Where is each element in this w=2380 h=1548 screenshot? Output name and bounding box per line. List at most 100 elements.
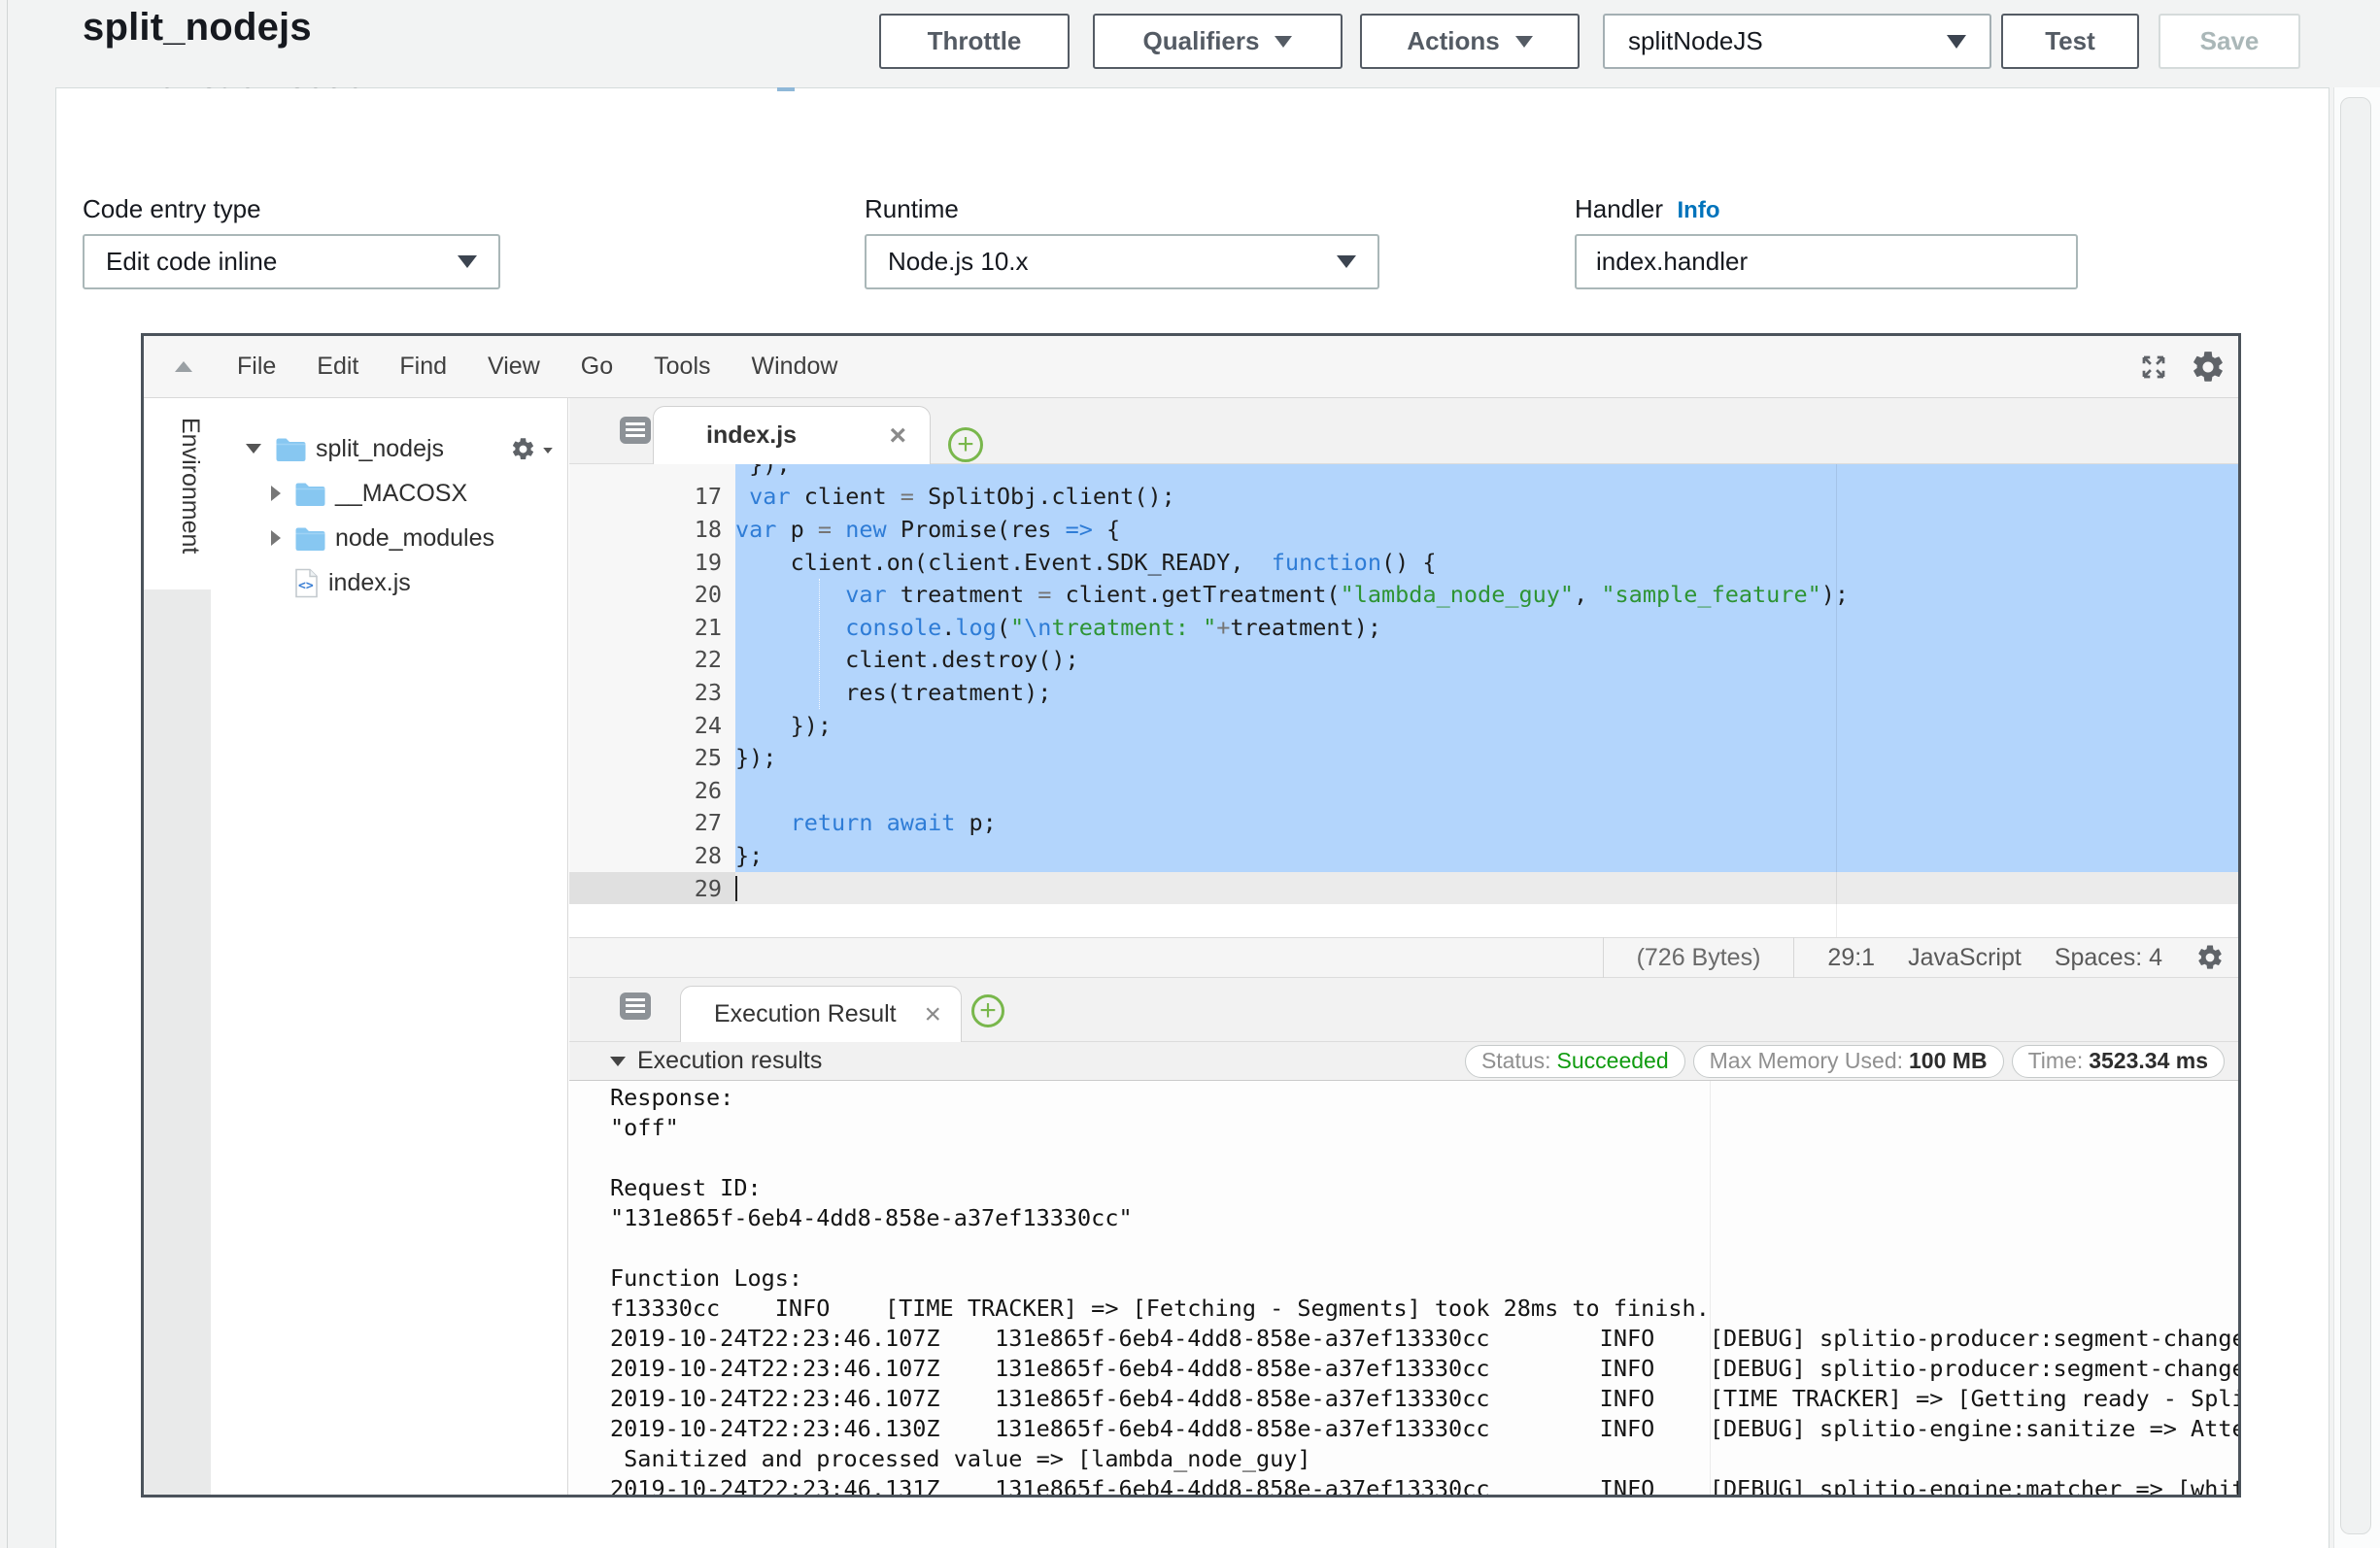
tree-caret-icon[interactable] <box>271 486 281 501</box>
tree-item-label: node_modules <box>335 524 494 553</box>
gear-icon[interactable] <box>2190 349 2227 386</box>
code-text: client.on(client.Event.SDK_READY, functi… <box>735 546 2238 579</box>
result-badges: Status:SucceededMax Memory Used:100 MBTi… <box>1465 1045 2225 1078</box>
line-number: 29 <box>569 872 735 905</box>
badge-value: 3523.34 ms <box>2089 1048 2208 1074</box>
badge-label: Status: <box>1481 1048 1551 1074</box>
badge-label: Max Memory Used: <box>1710 1048 1903 1074</box>
tab-indexjs[interactable]: index.js × <box>653 406 931 464</box>
tree-caret-icon[interactable] <box>246 444 261 454</box>
badge-value: 100 MB <box>1909 1048 1988 1074</box>
code-text: var treatment = client.getTreatment("lam… <box>735 578 2238 611</box>
fullscreen-icon[interactable] <box>2139 353 2168 382</box>
tree-item-node-modules[interactable]: node_modules <box>211 516 567 560</box>
execution-results-header: Execution results Status:SucceededMax Me… <box>569 1042 2238 1081</box>
collapse-triangle-icon[interactable] <box>175 361 192 372</box>
execution-results-title: Execution results <box>637 1047 822 1075</box>
add-tab-icon[interactable]: + <box>971 994 1004 1027</box>
code-line-24[interactable]: 24 }); <box>569 709 2238 742</box>
cursor-position[interactable]: 29:1 <box>1827 944 1875 972</box>
line-number: 17 <box>569 481 735 514</box>
button-label: Qualifiers <box>1143 26 1260 56</box>
badge-max-memory-used-: Max Memory Used:100 MB <box>1693 1045 2004 1078</box>
throttle-button[interactable]: Throttle <box>879 14 1070 69</box>
execution-log-text: Response: "off" Request ID: "131e865f-6e… <box>610 1083 2238 1495</box>
code-line-17[interactable]: 17 var client = SplitObj.client(); <box>569 481 2238 514</box>
svg-text:<>: <> <box>298 579 314 593</box>
code-text: }); <box>735 709 2238 742</box>
tree-settings-gear-icon[interactable] <box>510 436 536 469</box>
tree-item-split-nodejs[interactable]: split_nodejs <box>211 426 567 471</box>
badge-status-: Status:Succeeded <box>1465 1045 1685 1078</box>
tree-item-index-js[interactable]: <> index.js <box>211 560 567 605</box>
page-scrollbar-thumb[interactable] <box>2340 97 2371 1534</box>
line-number <box>569 464 735 481</box>
menu-tools[interactable]: Tools <box>654 353 710 381</box>
test-button[interactable]: Test <box>2001 14 2139 69</box>
execution-log-pane: Response: "off" Request ID: "131e865f-6e… <box>569 1081 2238 1495</box>
runtime-label: Runtime <box>865 194 959 224</box>
indent-setting[interactable]: Spaces: 4 <box>2055 944 2162 972</box>
menu-edit[interactable]: Edit <box>317 353 358 381</box>
chevron-down-icon <box>1275 36 1292 48</box>
code-text: }); <box>735 741 2238 774</box>
code-text: var p = new Promise(res => { <box>735 513 2238 546</box>
code-line-18[interactable]: 18var p = new Promise(res => { <box>569 513 2238 546</box>
runtime-select[interactable]: Node.js 10.x <box>865 234 1379 289</box>
menu-view[interactable]: View <box>488 353 540 381</box>
tab-execution-result[interactable]: Execution Result × <box>680 986 962 1042</box>
tab-list-icon[interactable] <box>620 993 651 1020</box>
language-mode[interactable]: JavaScript <box>1908 944 2022 972</box>
chevron-down-icon <box>1515 36 1533 48</box>
code-text: res(treatment); <box>735 676 2238 709</box>
actions-button[interactable]: Actions <box>1360 14 1580 69</box>
badge-value: Succeeded <box>1557 1048 1669 1074</box>
editor-settings-gear-icon[interactable] <box>2195 943 2225 972</box>
tree-item--macosx[interactable]: __MACOSX <box>211 471 567 516</box>
button-label: Actions <box>1407 26 1499 56</box>
code-line-29[interactable]: 29 <box>569 872 2238 905</box>
menu-window[interactable]: Window <box>752 353 838 381</box>
tree-item-label: index.js <box>328 569 411 597</box>
chevron-down-icon[interactable] <box>543 448 553 454</box>
add-tab-icon[interactable]: + <box>948 427 983 462</box>
collapse-results-icon[interactable] <box>610 1057 626 1066</box>
code-line-19[interactable]: 19 client.on(client.Event.SDK_READY, fun… <box>569 546 2238 579</box>
line-number: 22 <box>569 644 735 677</box>
folder-icon <box>275 436 306 462</box>
line-number: 25 <box>569 741 735 774</box>
code-line[interactable]: }); <box>569 464 2238 481</box>
menu-go[interactable]: Go <box>581 353 613 381</box>
code-line-25[interactable]: 25}); <box>569 741 2238 774</box>
badge-time-: Time:3523.34 ms <box>2012 1045 2225 1078</box>
qualifiers-button[interactable]: Qualifiers <box>1093 14 1343 69</box>
code-entry-type-label: Code entry type <box>83 194 261 224</box>
save-button[interactable]: Save <box>2159 14 2300 69</box>
code-text <box>735 872 2238 905</box>
code-line-26[interactable]: 26 <box>569 774 2238 807</box>
code-text <box>735 774 2238 807</box>
folder-icon <box>294 481 325 507</box>
handler-input[interactable] <box>1575 234 2078 289</box>
code-entry-type-select[interactable]: Edit code inline <box>83 234 500 289</box>
handler-label: Handler Info <box>1575 194 1720 224</box>
tree-item-label: __MACOSX <box>335 480 467 508</box>
close-icon[interactable]: × <box>924 1000 941 1029</box>
test-event-select[interactable]: splitNodeJS <box>1603 14 1991 69</box>
code-text: console.log("\ntreatment: "+treatment); <box>735 611 2238 644</box>
close-icon[interactable]: × <box>889 421 906 451</box>
menu-find[interactable]: Find <box>399 353 447 381</box>
tab-list-icon[interactable] <box>620 417 651 444</box>
log-print-margin-ruler <box>1710 1081 1711 1495</box>
tree-caret-icon[interactable] <box>271 530 281 546</box>
code-line-28[interactable]: 28}; <box>569 839 2238 872</box>
code-line-27[interactable]: 27 return await p; <box>569 807 2238 840</box>
line-number: 21 <box>569 611 735 644</box>
handler-info-link[interactable]: Info <box>1678 197 1720 223</box>
line-number: 26 <box>569 774 735 807</box>
line-number: 23 <box>569 676 735 709</box>
environment-tab-label: Environment <box>148 418 204 612</box>
menu-items: File Edit Find View Go Tools Window <box>237 353 837 381</box>
menu-file[interactable]: File <box>237 353 276 381</box>
line-number: 20 <box>569 578 735 611</box>
